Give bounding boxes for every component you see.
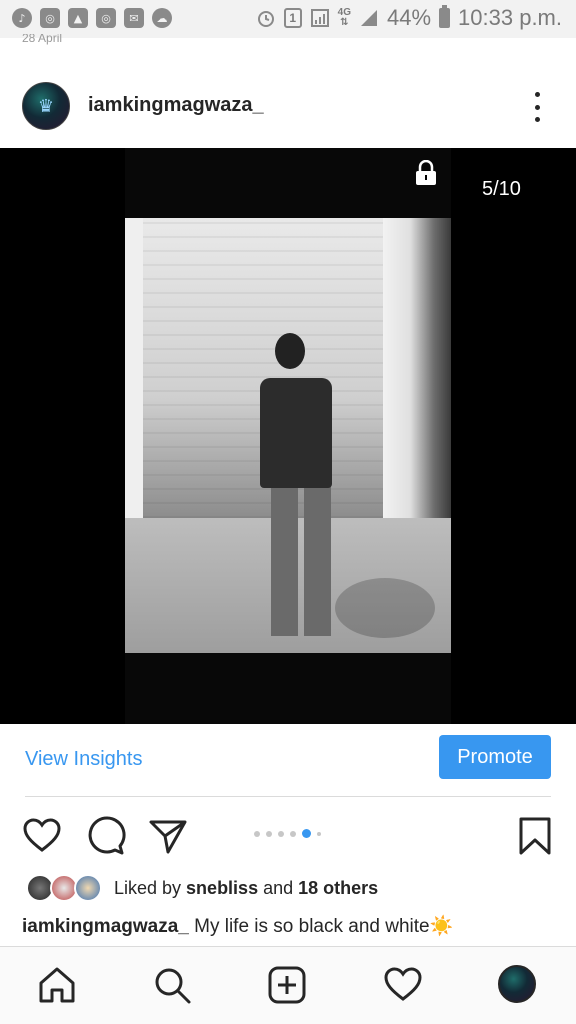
music-note-icon: ♪ [12,8,32,28]
carousel-dot [317,831,321,836]
activity-heart-icon[interactable] [383,965,423,1005]
carousel-dot [266,830,272,837]
heart-icon[interactable] [22,816,62,856]
profile-tab[interactable] [498,965,538,1005]
post-actions [0,806,576,862]
network-type: 4G ⇅ [337,7,351,28]
caption-username[interactable]: iamkingmagwaza_ [22,916,189,937]
view-insights-link[interactable]: View Insights [25,748,142,771]
instagram-icon: ◎ [40,8,60,28]
sun-emoji: ☀️ [429,916,454,937]
image-icon: ▲ [68,8,88,28]
status-right: 1 4G ⇅ 44% 10:33 p.m. [256,5,562,31]
instagram-icon: ◎ [96,8,116,28]
likes-middle: and [258,878,299,898]
promote-button[interactable]: Promote [439,735,551,779]
mail-icon: ✉ [124,8,144,28]
battery-percent: 44% [387,5,432,30]
more-options-icon[interactable] [526,92,548,122]
search-icon[interactable] [152,965,192,1005]
avatar [74,874,102,902]
home-icon[interactable] [37,965,77,1005]
liker-avatars [26,874,102,904]
avatar [498,965,536,1003]
lock-icon [416,160,436,185]
liker-username[interactable]: snebliss [186,878,258,898]
post-header: ♛ iamkingmagwaza_ [0,70,576,142]
caption: iamkingmagwaza_ My life is so black and … [22,914,453,938]
post-date: 28 April [22,34,63,45]
clock: 10:33 p.m. [458,5,562,30]
status-bar: ♪ ◎ ▲ ◎ ✉ ☁ 1 4G ⇅ 44% 10:33 p.m. [0,0,576,38]
likes-text: Liked by snebliss and 18 others [114,878,378,899]
likes-row[interactable]: Liked by snebliss and 18 others [0,872,576,906]
bookmark-icon[interactable] [515,816,555,856]
cell-signal-icon [361,10,377,26]
cloud-icon: ☁ [152,8,172,28]
carousel-counter: 5/10 [482,178,521,200]
likes-others[interactable]: 18 others [298,878,378,898]
post-media[interactable]: 5/10 [0,148,576,724]
alarm-icon [257,11,274,27]
insights-row: View Insights Promote [0,724,576,796]
avatar[interactable]: ♛ [22,82,70,130]
carousel-dot [290,830,296,837]
bottom-nav [0,946,576,1024]
signal-icon [310,9,329,27]
notification-icons: ♪ ◎ ▲ ◎ ✉ ☁ [12,8,172,28]
carousel-dot [278,830,284,837]
sim-indicator: 1 [283,8,302,28]
comment-icon[interactable] [86,816,126,856]
caption-text: My life is so black and white [188,916,430,937]
battery-icon [439,5,451,28]
carousel-dot [254,830,260,837]
divider [25,796,551,797]
new-post-icon[interactable] [267,965,307,1005]
post-photo[interactable] [125,218,451,653]
carousel-dot-active [302,829,311,838]
post-username[interactable]: iamkingmagwaza_ [88,94,264,117]
likes-prefix: Liked by [114,878,187,898]
share-icon[interactable] [148,816,188,856]
carousel-dots [254,829,321,838]
